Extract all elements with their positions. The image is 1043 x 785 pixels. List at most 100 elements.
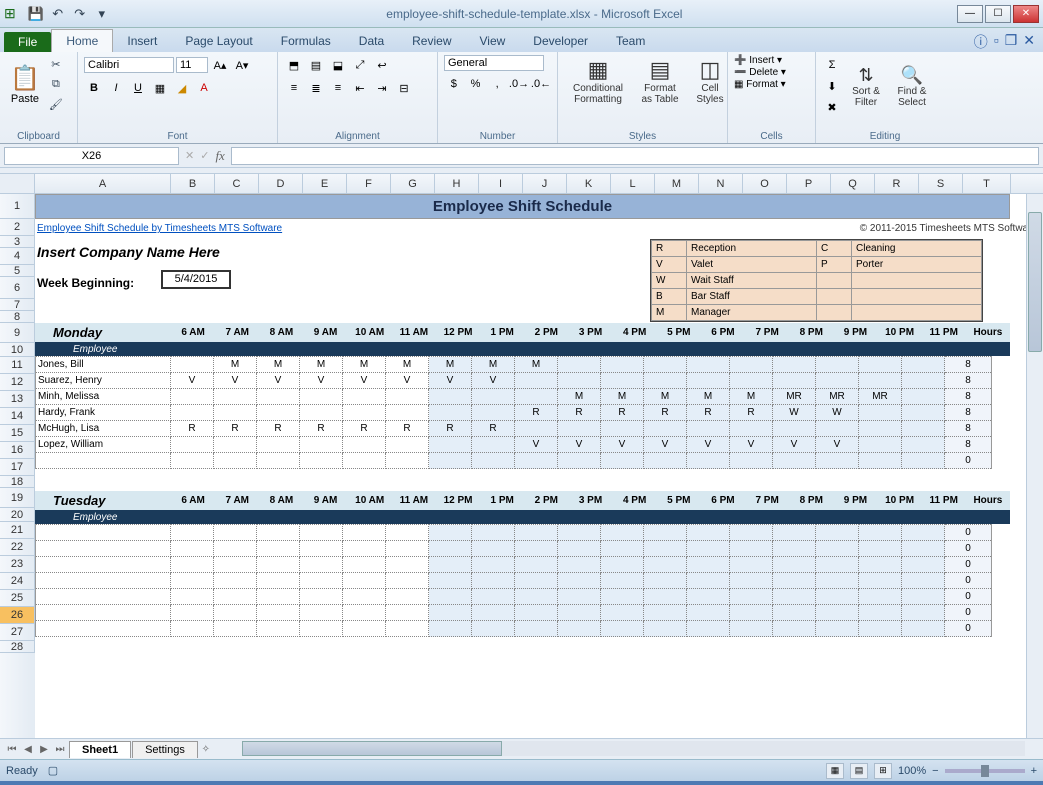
minimize-ribbon-icon[interactable]: ▫ [994, 32, 999, 52]
decrease-font-button[interactable]: A▾ [232, 55, 252, 75]
tab-nav-last[interactable]: ⏭ [52, 744, 68, 755]
row-header[interactable]: 28 [0, 641, 35, 653]
row-header[interactable]: 21 [0, 522, 35, 539]
font-color-button[interactable]: A [194, 78, 214, 98]
sheet-tab[interactable]: Sheet1 [69, 741, 131, 758]
column-header[interactable]: T [963, 174, 1011, 193]
format-painter-button[interactable]: 🖌 [47, 95, 65, 113]
column-header[interactable]: I [479, 174, 523, 193]
ribbon-tab-developer[interactable]: Developer [519, 30, 602, 52]
column-header[interactable]: M [655, 174, 699, 193]
row-header[interactable]: 17 [0, 459, 35, 476]
row-header[interactable]: 18 [0, 476, 35, 488]
row-header[interactable]: 11 [0, 357, 35, 374]
normal-view-button[interactable]: ▦ [826, 763, 844, 779]
column-header[interactable]: C [215, 174, 259, 193]
row-header[interactable]: 13 [0, 391, 35, 408]
sheet-tab[interactable]: Settings [132, 741, 198, 758]
tab-nav-next[interactable]: ▶ [36, 744, 52, 755]
row-header[interactable]: 8 [0, 311, 35, 323]
row-header[interactable]: 6 [0, 277, 35, 299]
align-center-button[interactable]: ≣ [306, 78, 326, 98]
increase-indent-button[interactable]: ⇥ [372, 78, 392, 98]
column-header[interactable]: A [35, 174, 171, 193]
maximize-button[interactable]: ☐ [985, 5, 1011, 23]
orientation-button[interactable]: ⤢ [350, 55, 370, 75]
cells-area[interactable]: Employee Shift ScheduleEmployee Shift Sc… [35, 194, 1043, 738]
underline-button[interactable]: U [128, 78, 148, 98]
column-header[interactable]: G [391, 174, 435, 193]
row-header[interactable]: 12 [0, 374, 35, 391]
row-header[interactable]: 2 [0, 219, 35, 236]
file-tab[interactable]: File [4, 32, 51, 52]
row-header[interactable]: 22 [0, 539, 35, 556]
sort-filter-button[interactable]: ⇅Sort & Filter [845, 63, 887, 110]
row-header[interactable]: 14 [0, 408, 35, 425]
currency-button[interactable]: $ [444, 74, 464, 94]
italic-button[interactable]: I [106, 78, 126, 98]
row-header[interactable]: 5 [0, 265, 35, 277]
shift-grid[interactable]: 0000000 [35, 524, 992, 637]
week-beginning-value[interactable]: 5/4/2015 [161, 270, 231, 289]
minimize-button[interactable]: — [957, 5, 983, 23]
undo-button[interactable]: ↶ [48, 4, 68, 24]
column-header[interactable]: D [259, 174, 303, 193]
ribbon-tab-data[interactable]: Data [345, 30, 398, 52]
align-middle-button[interactable]: ▤ [306, 55, 326, 75]
row-header[interactable]: 27 [0, 624, 35, 641]
decrease-indent-button[interactable]: ⇤ [350, 78, 370, 98]
row-header[interactable]: 3 [0, 236, 35, 248]
vertical-scrollbar[interactable] [1026, 194, 1043, 738]
insert-cells-button[interactable]: ➕ Insert ▾ [734, 55, 809, 66]
page-layout-view-button[interactable]: ▤ [850, 763, 868, 779]
bold-button[interactable]: B [84, 78, 104, 98]
format-cells-button[interactable]: ▦ Format ▾ [734, 79, 809, 90]
align-left-button[interactable]: ≡ [284, 78, 304, 98]
row-header[interactable]: 24 [0, 573, 35, 590]
close-button[interactable]: ✕ [1013, 5, 1039, 23]
autosum-button[interactable]: Σ [822, 55, 842, 75]
column-header[interactable]: F [347, 174, 391, 193]
wrap-text-button[interactable]: ↩ [372, 55, 392, 75]
column-header[interactable]: H [435, 174, 479, 193]
comma-button[interactable]: , [487, 74, 507, 94]
horizontal-scrollbar[interactable] [224, 739, 1043, 759]
zoom-in-button[interactable]: + [1031, 765, 1037, 777]
align-top-button[interactable]: ⬒ [284, 55, 304, 75]
delete-cells-button[interactable]: ➖ Delete ▾ [734, 67, 809, 78]
tab-nav-first[interactable]: ⏮ [4, 744, 20, 755]
select-all-button[interactable] [0, 174, 35, 194]
ribbon-tab-review[interactable]: Review [398, 30, 465, 52]
column-header[interactable]: B [171, 174, 215, 193]
column-header[interactable]: L [611, 174, 655, 193]
cancel-formula-icon[interactable]: ✕ [185, 149, 194, 162]
ribbon-tab-page-layout[interactable]: Page Layout [171, 30, 266, 52]
font-size-combo[interactable]: 11 [176, 57, 208, 73]
conditional-formatting-button[interactable]: ▦Conditional Formatting [564, 55, 632, 107]
column-header[interactable]: S [919, 174, 963, 193]
ribbon-tab-formulas[interactable]: Formulas [267, 30, 345, 52]
row-header[interactable]: 19 [0, 488, 35, 508]
font-name-combo[interactable]: Calibri [84, 57, 174, 73]
close-workbook-icon[interactable]: ✕ [1023, 32, 1035, 52]
ribbon-tab-team[interactable]: Team [602, 30, 659, 52]
redo-button[interactable]: ↷ [70, 4, 90, 24]
align-bottom-button[interactable]: ⬓ [328, 55, 348, 75]
number-format-combo[interactable]: General [444, 55, 544, 71]
column-header[interactable]: K [567, 174, 611, 193]
ribbon-tab-insert[interactable]: Insert [113, 30, 171, 52]
zoom-out-button[interactable]: − [932, 765, 938, 777]
column-header[interactable]: N [699, 174, 743, 193]
decrease-decimal-button[interactable]: .0← [531, 74, 551, 94]
merge-button[interactable]: ⊟ [394, 78, 414, 98]
column-header[interactable]: O [743, 174, 787, 193]
increase-decimal-button[interactable]: .0→ [509, 74, 529, 94]
fx-icon[interactable]: fx [215, 148, 224, 164]
restore-window-icon[interactable]: ❐ [1005, 32, 1018, 52]
cell-styles-button[interactable]: ◫Cell Styles [688, 55, 732, 107]
increase-font-button[interactable]: A▴ [210, 55, 230, 75]
name-box[interactable] [4, 147, 179, 165]
paste-button[interactable]: 📋 Paste [6, 62, 44, 107]
save-button[interactable]: 💾 [26, 4, 46, 24]
align-right-button[interactable]: ≡ [328, 78, 348, 98]
